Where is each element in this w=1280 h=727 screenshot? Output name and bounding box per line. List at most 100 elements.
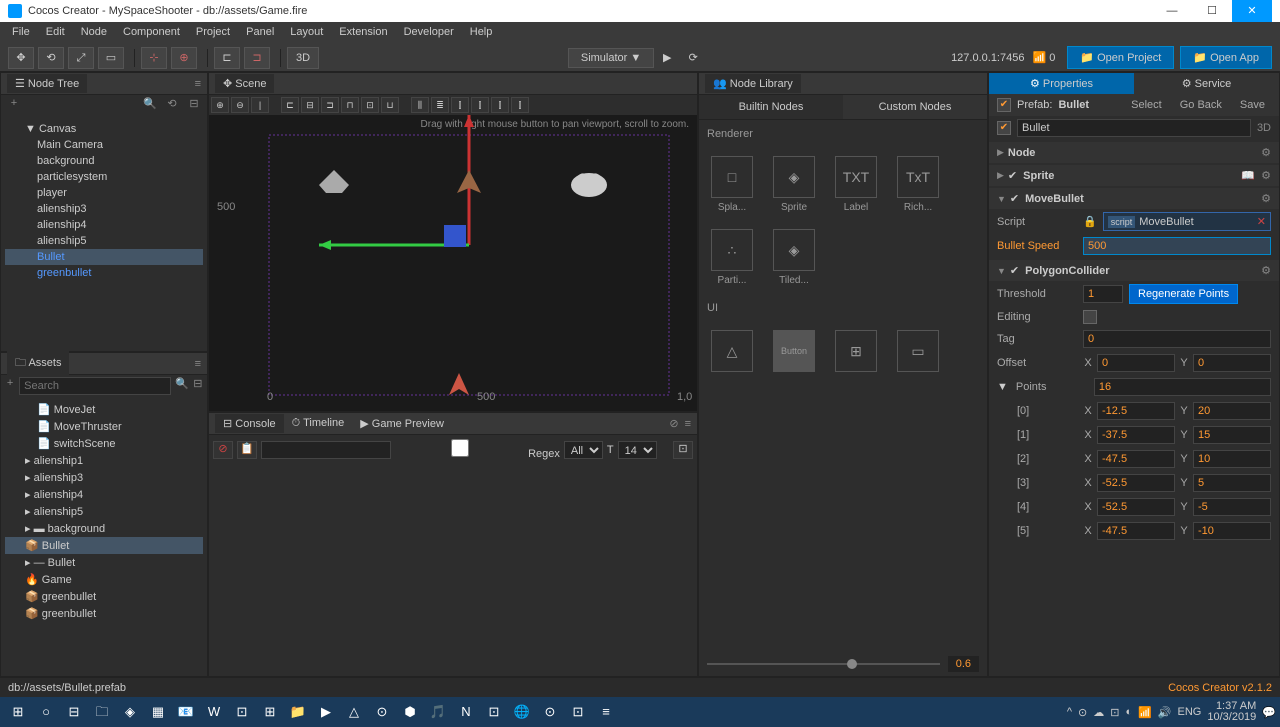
builtin-tab[interactable]: Builtin Nodes xyxy=(699,95,843,120)
tray-icon[interactable]: 🔊 xyxy=(1158,706,1172,719)
zoom-out-icon[interactable]: ⊖ xyxy=(231,97,249,113)
tree-canvas[interactable]: ▼ Canvas xyxy=(5,121,203,137)
app-icon[interactable]: ⬢ xyxy=(396,699,424,725)
asset-item-selected[interactable]: 📦 Bullet xyxy=(5,537,203,554)
app-icon[interactable]: N xyxy=(452,699,480,725)
align-bottom-icon[interactable]: ⊔ xyxy=(381,97,399,113)
point-x[interactable] xyxy=(1097,402,1175,420)
gear-icon[interactable]: ⚙ xyxy=(1261,192,1271,205)
lib-rich[interactable]: TxTRich... xyxy=(893,156,943,213)
gamepreview-tab[interactable]: ▶ Game Preview xyxy=(352,414,452,433)
tag-input[interactable] xyxy=(1083,330,1271,348)
panel-menu-icon[interactable]: ≡ xyxy=(195,358,201,370)
align-icon[interactable]: | xyxy=(251,97,269,113)
menu-panel[interactable]: Panel xyxy=(238,22,282,44)
tree-item[interactable]: alienship4 xyxy=(5,217,203,233)
offset-y[interactable] xyxy=(1193,354,1271,372)
asset-item[interactable]: 📄 switchScene xyxy=(5,435,203,452)
asset-item[interactable]: ▸ — Bullet xyxy=(5,554,203,571)
collapse-icon[interactable]: ⟲ xyxy=(163,97,181,115)
properties-tab[interactable]: ⚙ Properties xyxy=(989,73,1134,94)
point-x[interactable] xyxy=(1097,450,1175,468)
regex-checkbox[interactable]: Regex xyxy=(395,439,560,460)
align-top-icon[interactable]: ⊓ xyxy=(341,97,359,113)
add-button[interactable]: + xyxy=(5,97,23,115)
open-project-button[interactable]: 📁 Open Project xyxy=(1067,46,1174,69)
regenerate-button[interactable]: Regenerate Points xyxy=(1129,284,1238,304)
menu-project[interactable]: Project xyxy=(188,22,238,44)
align-mid-icon[interactable]: ⊡ xyxy=(361,97,379,113)
tree-item[interactable]: alienship5 xyxy=(5,233,203,249)
asset-item[interactable]: 📄 MoveThruster xyxy=(5,418,203,435)
tray-icon[interactable]: 📶 xyxy=(1138,706,1152,719)
points-count[interactable] xyxy=(1094,378,1271,396)
service-tab[interactable]: ⚙ Service xyxy=(1134,73,1279,94)
filter-icon[interactable]: ⊟ xyxy=(193,377,203,395)
search-icon[interactable]: 🔍 xyxy=(141,97,159,115)
close-button[interactable]: ✕ xyxy=(1232,0,1272,22)
dist-icon[interactable]: ⫿ xyxy=(471,97,489,113)
asset-item[interactable]: ▸ alienship5 xyxy=(5,503,203,520)
app-icon[interactable]: 📁 xyxy=(284,699,312,725)
zoom-slider[interactable]: 0.6 xyxy=(699,652,987,676)
console-tab[interactable]: ⊟ Console xyxy=(215,414,284,433)
asset-item[interactable]: 📄 MoveJet xyxy=(5,401,203,418)
asset-item[interactable]: 🔥 Game xyxy=(5,571,203,588)
maximize-button[interactable]: ☐ xyxy=(1192,0,1232,22)
timeline-tab[interactable]: ⏱ Timeline xyxy=(284,414,353,433)
offset-x[interactable] xyxy=(1097,354,1175,372)
dist-icon[interactable]: ⫿ xyxy=(451,97,469,113)
gear-icon[interactable]: ⚙ xyxy=(1261,264,1271,277)
app-icon[interactable]: 🎵 xyxy=(424,699,452,725)
search-icon[interactable]: ○ xyxy=(32,699,60,725)
menu-file[interactable]: File xyxy=(4,22,38,44)
dist-v-icon[interactable]: ≣ xyxy=(431,97,449,113)
mode-3d[interactable]: 3D xyxy=(287,47,319,69)
app-icon[interactable]: ◈ xyxy=(116,699,144,725)
tool-align2[interactable]: ⊐ xyxy=(244,47,270,69)
tool-anchor[interactable]: ⊹ xyxy=(141,47,167,69)
tree-item[interactable]: player xyxy=(5,185,203,201)
lang-indicator[interactable]: ENG xyxy=(1178,706,1202,718)
tree-item[interactable]: background xyxy=(5,153,203,169)
custom-tab[interactable]: Custom Nodes xyxy=(843,95,987,120)
app-icon[interactable]: ▦ xyxy=(144,699,172,725)
goback-button[interactable]: Go Back xyxy=(1174,97,1228,113)
app-icon[interactable]: ≡ xyxy=(592,699,620,725)
clear-icon[interactable]: ⊘ xyxy=(213,441,233,459)
lib-sprite[interactable]: ◈Sprite xyxy=(769,156,819,213)
node-section[interactable]: ▶Node⚙ xyxy=(989,142,1279,163)
clock-date[interactable]: 10/3/2019 xyxy=(1207,712,1256,723)
viewport[interactable]: Drag with right mouse button to pan view… xyxy=(209,115,697,411)
point-y[interactable] xyxy=(1193,450,1271,468)
tool-rect[interactable]: ▭ xyxy=(98,47,124,69)
sprite-section[interactable]: ▶✔Sprite📖⚙ xyxy=(989,165,1279,186)
point-x[interactable] xyxy=(1097,474,1175,492)
lib-ui4[interactable]: ▭ xyxy=(893,330,943,376)
start-button[interactable]: ⊞ xyxy=(4,699,32,725)
simulator-dropdown[interactable]: Simulator ▼ xyxy=(568,48,654,68)
point-x[interactable] xyxy=(1097,426,1175,444)
app-icon[interactable]: ⊡ xyxy=(228,699,256,725)
tool-local[interactable]: ⊕ xyxy=(171,47,197,69)
app-icon[interactable]: 📧 xyxy=(172,699,200,725)
app-icon[interactable]: ⊡ xyxy=(480,699,508,725)
tool-move[interactable]: ✥ xyxy=(8,47,34,69)
tree-item[interactable]: Main Camera xyxy=(5,137,203,153)
polygon-section[interactable]: ▼✔PolygonCollider⚙ xyxy=(989,260,1279,281)
point-y[interactable] xyxy=(1193,402,1271,420)
level-select[interactable]: All xyxy=(564,441,603,459)
add-button[interactable]: + xyxy=(5,377,15,395)
notifications-icon[interactable]: 💬 xyxy=(1262,706,1276,719)
tray-icon[interactable]: ⊡ xyxy=(1110,706,1119,719)
search-input[interactable] xyxy=(19,377,171,395)
tree-item[interactable]: alienship3 xyxy=(5,201,203,217)
tree-item-selected[interactable]: Bullet xyxy=(5,249,203,265)
tool-align1[interactable]: ⊏ xyxy=(214,47,240,69)
refresh-button[interactable]: ⟳ xyxy=(680,47,706,69)
point-x[interactable] xyxy=(1097,498,1175,516)
tool-rotate[interactable]: ⟲ xyxy=(38,47,64,69)
menu-developer[interactable]: Developer xyxy=(396,22,462,44)
app-icon[interactable]: ⊞ xyxy=(256,699,284,725)
select-button[interactable]: Select xyxy=(1125,97,1168,113)
